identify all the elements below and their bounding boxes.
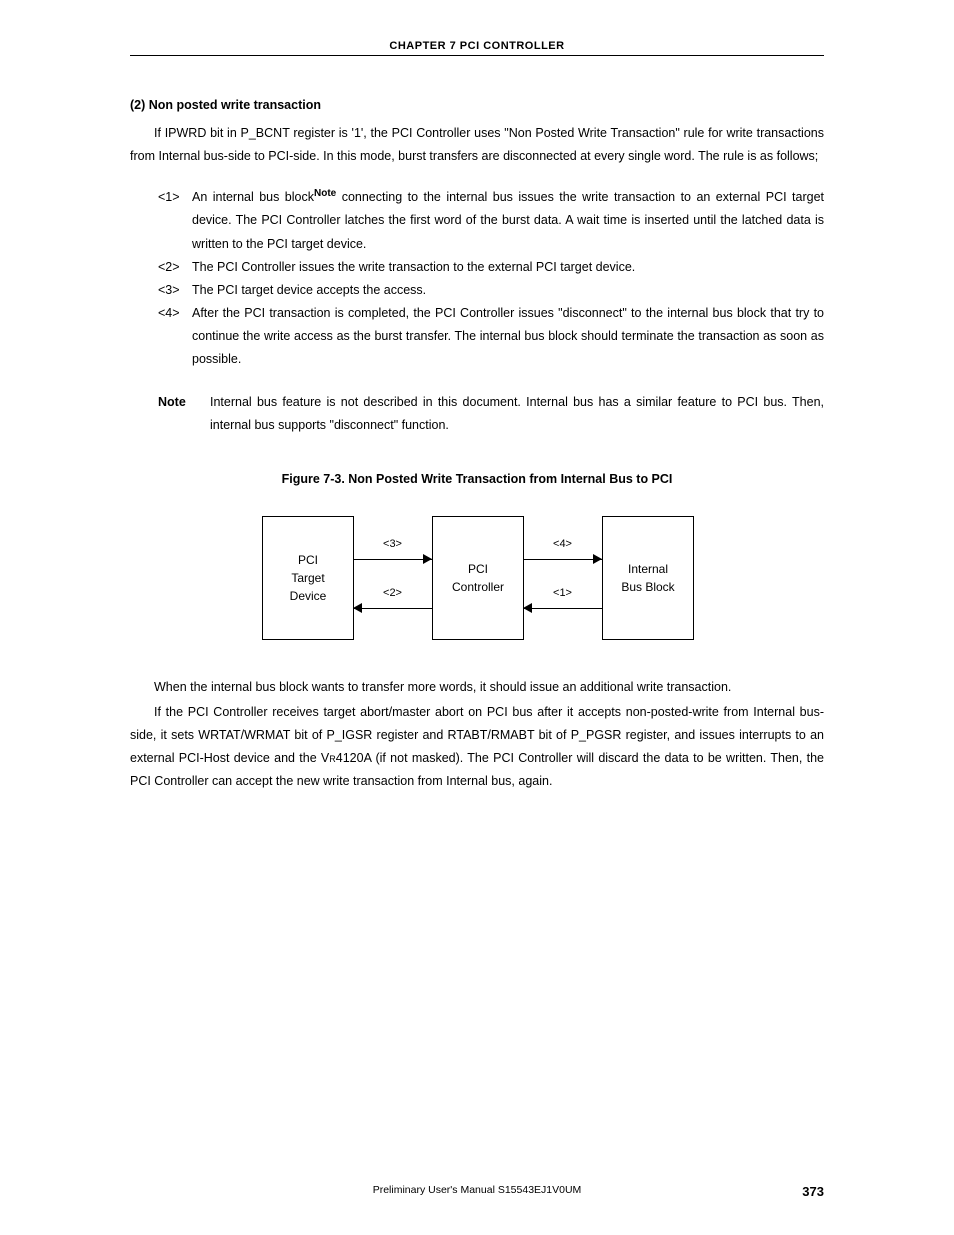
list-marker: <4>	[158, 302, 192, 371]
note-label: Note	[158, 391, 210, 437]
box-line: Device	[290, 587, 327, 605]
list-item: <2> The PCI Controller issues the write …	[158, 256, 824, 279]
section-title: (2) Non posted write transaction	[130, 98, 824, 112]
box-pci-target-device: PCI Target Device	[262, 516, 354, 640]
note-superscript: Note	[314, 188, 336, 199]
note-block: Note Internal bus feature is not describ…	[158, 391, 824, 437]
list-item: <1> An internal bus blockNote connecting…	[158, 186, 824, 255]
box-internal-bus-block: Internal Bus Block	[602, 516, 694, 640]
arrow-4: <4>	[523, 552, 602, 568]
footer-doc-id: Preliminary User's Manual S15543EJ1V0UM	[130, 1184, 824, 1196]
list-content: The PCI target device accepts the access…	[192, 279, 824, 302]
intro-paragraph: If IPWRD bit in P_BCNT register is '1', …	[130, 122, 824, 168]
box-line: Target	[291, 569, 324, 587]
box-line: PCI	[468, 560, 488, 578]
arrow-label: <3>	[353, 538, 432, 550]
header-rule	[130, 55, 824, 56]
box-line: Bus Block	[621, 578, 674, 596]
list-item: <4> After the PCI transaction is complet…	[158, 302, 824, 371]
steps-list: <1> An internal bus blockNote connecting…	[158, 186, 824, 371]
figure-caption: Figure 7-3. Non Posted Write Transaction…	[130, 472, 824, 486]
box-pci-controller: PCI Controller	[432, 516, 524, 640]
chapter-header: CHAPTER 7 PCI CONTROLLER	[130, 40, 824, 52]
list-content: An internal bus blockNote connecting to …	[192, 186, 824, 255]
box-line: Internal	[628, 560, 668, 578]
list-marker: <2>	[158, 256, 192, 279]
list-item: <3> The PCI target device accepts the ac…	[158, 279, 824, 302]
box-line: PCI	[298, 551, 318, 569]
list-marker: <1>	[158, 186, 192, 255]
arrow-1: <1>	[523, 601, 602, 617]
paragraph: If the PCI Controller receives target ab…	[130, 701, 824, 794]
note-content: Internal bus feature is not described in…	[210, 391, 824, 437]
arrow-label: <4>	[523, 538, 602, 550]
arrow-2: <2>	[353, 601, 432, 617]
text: An internal bus block	[192, 190, 314, 204]
list-content: After the PCI transaction is completed, …	[192, 302, 824, 371]
box-line: Controller	[452, 578, 504, 596]
paragraph: When the internal bus block wants to tra…	[130, 676, 824, 699]
list-marker: <3>	[158, 279, 192, 302]
subscript-r: R	[329, 754, 336, 764]
arrow-3: <3>	[353, 552, 432, 568]
figure-diagram: PCI Target Device PCI Controller Interna…	[262, 516, 692, 646]
arrow-label: <1>	[523, 587, 602, 599]
page-number: 373	[802, 1184, 824, 1199]
page-footer: Preliminary User's Manual S15543EJ1V0UM …	[130, 1184, 824, 1199]
list-content: The PCI Controller issues the write tran…	[192, 256, 824, 279]
arrow-label: <2>	[353, 587, 432, 599]
